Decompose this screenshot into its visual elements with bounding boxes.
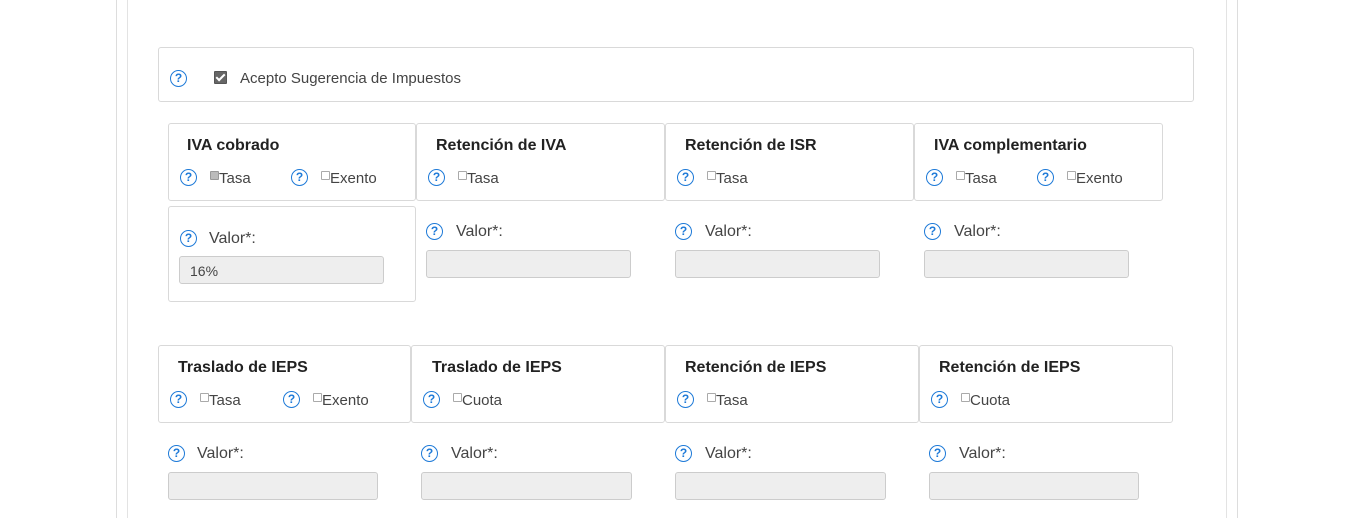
value-label: Valor*: [705, 223, 752, 240]
help-icon[interactable]: ? [677, 169, 694, 186]
help-icon[interactable]: ? [677, 391, 694, 408]
accept-suggestion-checkbox[interactable] [214, 71, 227, 84]
tax-box-iva-complementario: IVA complementario ? Tasa ? Exento [914, 123, 1163, 201]
tasa-checkbox[interactable] [200, 393, 209, 402]
help-icon[interactable]: ? [291, 169, 308, 186]
help-icon[interactable]: ? [180, 230, 197, 247]
tasa-checkbox[interactable] [707, 393, 716, 402]
value-input[interactable] [426, 250, 631, 278]
value-label: Valor*: [456, 223, 503, 240]
tasa-checkbox[interactable] [956, 171, 965, 180]
cuota-checkbox[interactable] [961, 393, 970, 402]
tax-box-retencion-isr: Retención de ISR ? Tasa [665, 123, 914, 201]
help-icon[interactable]: ? [170, 391, 187, 408]
exento-checkbox[interactable] [1067, 171, 1076, 180]
tasa-label: Tasa [467, 170, 499, 187]
exento-label: Exento [330, 170, 377, 187]
tax-box-retencion-ieps-tasa: Retención de IEPS ? Tasa [665, 345, 919, 423]
tasa-label: Tasa [965, 170, 997, 187]
tax-box-iva-cobrado: IVA cobrado ? Tasa ? Exento [168, 123, 416, 201]
tax-box-title: Retención de IEPS [939, 359, 1081, 376]
help-icon[interactable]: ? [421, 445, 438, 462]
tax-box-title: Retención de IEPS [685, 359, 827, 376]
value-input[interactable] [675, 472, 886, 500]
value-input[interactable]: 16% [179, 256, 384, 284]
tax-box-traslado-ieps-tasa: Traslado de IEPS ? Tasa ? Exento [158, 345, 411, 423]
help-icon[interactable]: ? [423, 391, 440, 408]
exento-label: Exento [322, 392, 369, 409]
help-icon[interactable]: ? [426, 223, 443, 240]
tax-box-title: Traslado de IEPS [178, 359, 308, 376]
accept-suggestion-label: Acepto Sugerencia de Impuestos [240, 70, 461, 87]
help-icon[interactable]: ? [428, 169, 445, 186]
tax-box-title: Retención de IVA [436, 137, 567, 154]
help-icon[interactable]: ? [168, 445, 185, 462]
tax-box-title: Retención de ISR [685, 137, 817, 154]
value-label: Valor*: [197, 445, 244, 462]
help-icon[interactable]: ? [170, 70, 187, 87]
tasa-label: Tasa [716, 170, 748, 187]
value-input[interactable] [421, 472, 632, 500]
help-icon[interactable]: ? [924, 223, 941, 240]
accept-suggestion-panel: ? Acepto Sugerencia de Impuestos [158, 47, 1194, 102]
exento-checkbox[interactable] [313, 393, 322, 402]
tasa-checkbox[interactable] [707, 171, 716, 180]
value-label: Valor*: [209, 230, 256, 247]
tasa-label: Tasa [219, 170, 251, 187]
value-label: Valor*: [451, 445, 498, 462]
help-icon[interactable]: ? [180, 169, 197, 186]
tasa-label: Tasa [209, 392, 241, 409]
value-input[interactable] [675, 250, 880, 278]
exento-checkbox[interactable] [321, 171, 330, 180]
tax-box-retencion-iva: Retención de IVA ? Tasa [416, 123, 665, 201]
value-input[interactable] [168, 472, 378, 500]
help-icon[interactable]: ? [675, 223, 692, 240]
value-label: Valor*: [954, 223, 1001, 240]
tasa-checkbox[interactable] [458, 171, 467, 180]
tax-box-traslado-ieps-cuota: Traslado de IEPS ? Cuota [411, 345, 665, 423]
help-icon[interactable]: ? [929, 445, 946, 462]
tax-box-title: Traslado de IEPS [432, 359, 562, 376]
tasa-label: Tasa [716, 392, 748, 409]
exento-label: Exento [1076, 170, 1123, 187]
value-panel-iva-cobrado: ? Valor*: 16% [168, 206, 416, 302]
help-icon[interactable]: ? [283, 391, 300, 408]
tax-box-title: IVA cobrado [187, 137, 280, 154]
tax-box-title: IVA complementario [934, 137, 1087, 154]
value-label: Valor*: [959, 445, 1006, 462]
value-label: Valor*: [705, 445, 752, 462]
value-input[interactable] [929, 472, 1139, 500]
tax-box-retencion-ieps-cuota: Retención de IEPS ? Cuota [919, 345, 1173, 423]
cuota-checkbox[interactable] [453, 393, 462, 402]
help-icon[interactable]: ? [926, 169, 943, 186]
value-input[interactable] [924, 250, 1129, 278]
help-icon[interactable]: ? [1037, 169, 1054, 186]
help-icon[interactable]: ? [931, 391, 948, 408]
help-icon[interactable]: ? [675, 445, 692, 462]
tasa-checkbox[interactable] [210, 171, 219, 180]
cuota-label: Cuota [462, 392, 503, 409]
cuota-label: Cuota [970, 392, 1011, 409]
